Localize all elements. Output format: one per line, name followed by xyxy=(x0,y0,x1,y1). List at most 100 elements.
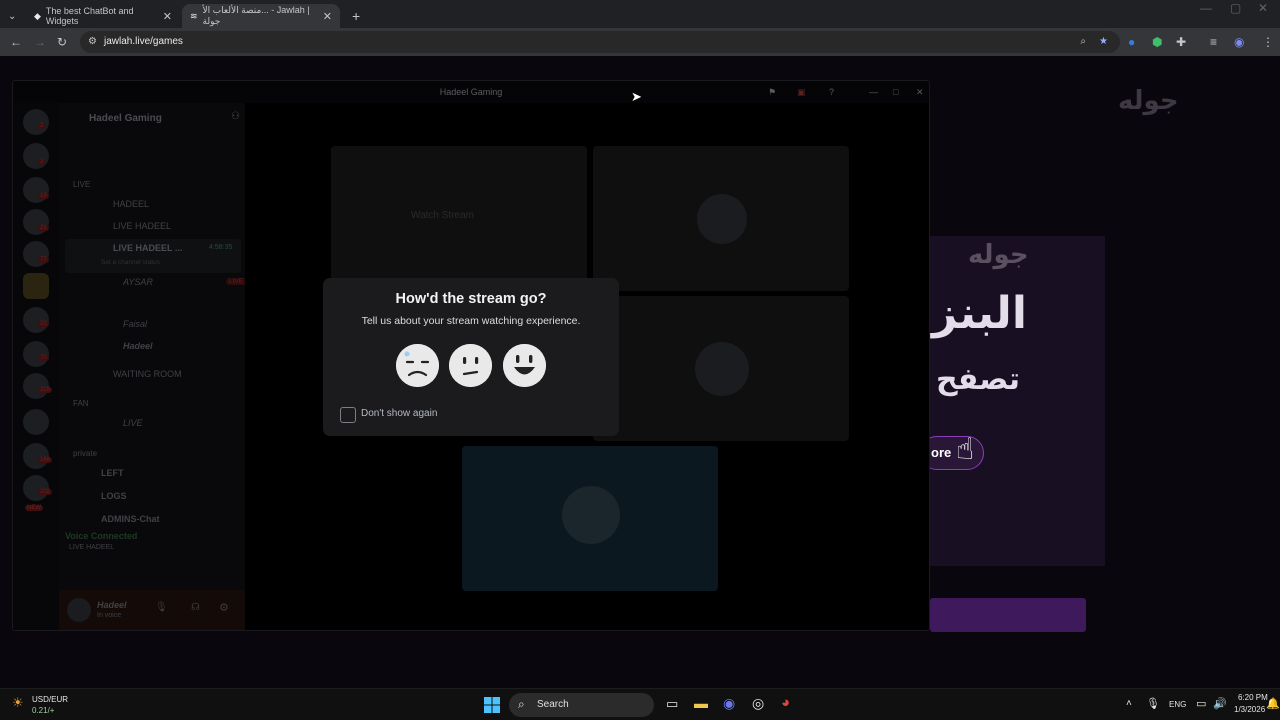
site-info-icon[interactable]: ⚙ xyxy=(88,31,97,53)
live-badge: LIVE xyxy=(226,278,247,285)
minimize-icon[interactable]: — xyxy=(869,81,878,103)
chrome-app-icon[interactable]: ◕ xyxy=(781,694,790,711)
avatar[interactable] xyxy=(67,598,91,622)
user-name: Hadeel xyxy=(97,600,127,610)
headphones-icon[interactable]: ☊ xyxy=(191,602,200,613)
minimize-window-icon[interactable]: — xyxy=(1200,0,1212,22)
tab-search-button[interactable]: ⌄ xyxy=(4,4,24,28)
close-icon[interactable]: ✕ xyxy=(163,10,172,23)
voice-user[interactable]: AYSAR xyxy=(123,277,153,287)
new-tab-button[interactable]: + xyxy=(344,4,364,28)
shield-extension-icon[interactable]: ⬢ xyxy=(1152,28,1162,56)
invite-icon[interactable]: ⚇ xyxy=(231,111,240,122)
extension-icon[interactable]: ● xyxy=(1128,28,1135,56)
zoom-icon[interactable]: ⌕ xyxy=(1080,31,1086,53)
tab-chatbot[interactable]: ◆ The best ChatBot and Widgets ✕ xyxy=(26,4,180,28)
profile-avatar-icon[interactable]: ◉ xyxy=(1234,28,1244,56)
chatbot-app-icon[interactable]: ◎ xyxy=(752,695,764,712)
server-icon[interactable] xyxy=(23,475,49,501)
show-hidden-icons[interactable]: ˄ xyxy=(1126,698,1132,709)
microphone-icon[interactable]: 🎙 xyxy=(155,602,168,613)
participant-tile[interactable] xyxy=(593,296,849,441)
category-private[interactable]: private xyxy=(73,449,97,458)
maximize-window-icon[interactable]: ▢ xyxy=(1230,0,1241,22)
network-icon[interactable]: ▭ xyxy=(1196,697,1206,710)
notification-bell-icon[interactable]: 🔔 xyxy=(1266,697,1280,710)
text-channel[interactable]: LEFT xyxy=(101,468,124,478)
voice-channel-active[interactable]: LIVE HADEEL ... xyxy=(113,243,182,253)
server-icon[interactable] xyxy=(23,443,49,469)
stream-feedback-modal: How'd the stream go? Tell us about your … xyxy=(323,278,619,436)
close-icon[interactable]: ✕ xyxy=(916,81,924,103)
category-fan[interactable]: FAN xyxy=(73,399,89,408)
server-icon[interactable] xyxy=(23,341,49,367)
address-bar[interactable]: ⚙ jawlah.live/games ⌕ ★ xyxy=(80,31,1120,53)
server-icon[interactable] xyxy=(23,209,49,235)
server-icon[interactable] xyxy=(23,409,49,435)
participant-tile[interactable] xyxy=(462,446,718,591)
server-icon[interactable] xyxy=(23,143,49,169)
stream-tile[interactable]: Watch Stream xyxy=(331,146,587,291)
server-icon[interactable] xyxy=(23,273,49,299)
language-indicator[interactable]: ENG xyxy=(1169,700,1186,709)
close-window-icon[interactable]: ✕ xyxy=(1258,0,1268,22)
help-icon[interactable]: ? xyxy=(829,81,834,103)
server-icon[interactable] xyxy=(23,241,49,267)
browser-tab-strip: ⌄ ◆ The best ChatBot and Widgets ✕ ≋ منص… xyxy=(0,0,1280,28)
bookmark-star-icon[interactable]: ★ xyxy=(1099,31,1108,53)
weather-widget[interactable]: ☀ USD/EUR 0.21/+ xyxy=(12,693,92,717)
start-button[interactable] xyxy=(482,695,502,715)
sad-face-icon[interactable] xyxy=(396,344,439,387)
notification-badge: 202 xyxy=(38,489,53,495)
banner-line: تصفح xyxy=(936,362,1021,397)
notification-badge: 329 xyxy=(38,387,53,393)
browser-menu-icon[interactable]: ⋮ xyxy=(1262,28,1274,56)
taskbar-search[interactable]: ⌕ Search xyxy=(509,693,654,717)
voice-channel[interactable]: HADEEL xyxy=(113,199,149,209)
settings-gear-icon[interactable]: ⚙ xyxy=(219,601,229,614)
file-explorer-icon[interactable]: ▬ xyxy=(694,695,708,711)
voice-channel[interactable]: LIVE HADEEL xyxy=(113,221,171,231)
notification-badge: 33 xyxy=(38,321,49,327)
server-icon[interactable] xyxy=(23,177,49,203)
participant-tile[interactable] xyxy=(593,146,849,291)
close-icon[interactable]: ✕ xyxy=(323,10,332,23)
server-icon[interactable] xyxy=(23,373,49,399)
dont-show-again-checkbox[interactable] xyxy=(340,407,356,423)
reading-list-icon[interactable]: ≡ xyxy=(1210,28,1217,56)
discord-home-icon[interactable] xyxy=(23,109,49,135)
reload-icon[interactable]: ↻ xyxy=(57,28,67,56)
microphone-tray-icon[interactable]: 🎙 xyxy=(1146,697,1160,710)
volume-icon[interactable]: 🔊 xyxy=(1213,697,1227,710)
channel-status[interactable]: Set a channel status xyxy=(101,259,160,266)
server-name[interactable]: Hadeel Gaming xyxy=(89,113,162,124)
server-icon[interactable] xyxy=(23,307,49,333)
happy-face-icon[interactable] xyxy=(503,344,546,387)
task-view-icon[interactable]: ▭ xyxy=(666,696,678,712)
extensions-puzzle-icon[interactable]: ✚ xyxy=(1176,28,1186,56)
voice-connected-channel[interactable]: LIVE HADEEL xyxy=(69,544,114,551)
back-icon[interactable]: ← xyxy=(10,28,22,56)
voice-channel[interactable]: WAITING ROOM xyxy=(113,369,182,379)
avatar xyxy=(697,194,747,244)
inbox-icon[interactable]: ⚑ xyxy=(768,81,776,103)
tab-jawlah[interactable]: ≋ منصة الألعاب الأ... - Jawlah | جولة ✕ xyxy=(182,4,340,28)
watch-stream-button[interactable]: Watch Stream xyxy=(411,210,474,221)
voice-user[interactable]: Hadeel xyxy=(123,341,153,351)
stop-stream-icon[interactable]: ▣ xyxy=(797,81,806,103)
discord-app-icon[interactable]: ◉ xyxy=(723,695,735,712)
forward-icon[interactable]: → xyxy=(34,28,46,56)
category-live[interactable]: LIVE xyxy=(73,180,90,189)
clock-time[interactable]: 6:20 PM xyxy=(1238,693,1268,702)
site-logo[interactable]: جوله xyxy=(1118,86,1179,116)
text-channel[interactable]: ADMINS-Chat xyxy=(101,514,160,524)
banner-cta-button[interactable] xyxy=(930,598,1086,632)
voice-user[interactable]: Faisal xyxy=(123,319,147,329)
text-channel[interactable]: LOGS xyxy=(101,491,127,501)
dont-show-again-label[interactable]: Don't show again xyxy=(361,408,437,419)
clock-date[interactable]: 1/3/2026 xyxy=(1234,705,1265,714)
maximize-icon[interactable]: □ xyxy=(893,81,898,103)
notification-badge: 19 xyxy=(38,193,49,199)
neutral-face-icon[interactable] xyxy=(449,344,492,387)
voice-channel[interactable]: LIVE xyxy=(123,418,143,428)
